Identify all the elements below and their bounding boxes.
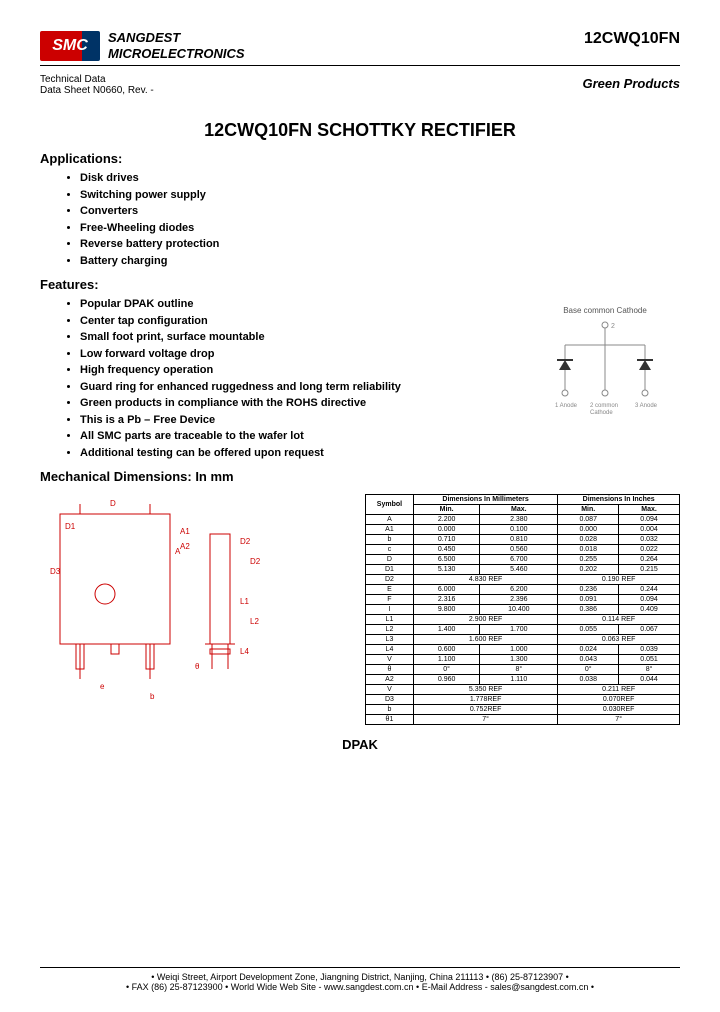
page-header: SMC SANGDEST MICROELECTRONICS 12CWQ10FN (40, 30, 680, 61)
svg-text:1 Anode: 1 Anode (555, 403, 578, 409)
company-line2: MICROELECTRONICS (108, 46, 245, 62)
th-in-min: Min. (558, 505, 619, 515)
svg-text:D: D (110, 499, 116, 508)
svg-text:L1: L1 (240, 597, 249, 606)
table-row: V5.350 REF0.211 REF (366, 685, 680, 695)
header-right: 12CWQ10FN (584, 30, 680, 48)
features-heading: Features: (40, 277, 680, 292)
circuit-diagram: Base common Cathode 2 1 Anode 2 common C… (530, 296, 680, 417)
company-name: SANGDEST MICROELECTRONICS (108, 30, 245, 61)
green-products: Green Products (582, 76, 680, 96)
dimensions-table: Symbol Dimensions In Millimeters Dimensi… (365, 494, 680, 725)
tech-line2: Data Sheet N0660, Rev. - (40, 85, 154, 96)
list-item: Converters (80, 203, 680, 220)
footer-separator (40, 967, 680, 968)
list-item: All SMC parts are traceable to the wafer… (80, 428, 510, 445)
mechanical-heading: Mechanical Dimensions: In mm (40, 469, 680, 484)
table-row: V1.1001.3000.0430.051 (366, 655, 680, 665)
list-item: Additional testing can be offered upon r… (80, 445, 510, 462)
footer-line1: • Weiqi Street, Airport Development Zone… (40, 972, 680, 982)
svg-text:Cathode: Cathode (590, 410, 613, 415)
svg-text:D3: D3 (50, 567, 61, 576)
header-separator (40, 65, 680, 66)
list-item: Reverse battery protection (80, 236, 680, 253)
table-row: θ0°8°0°8° (366, 665, 680, 675)
list-item: This is a Pb – Free Device (80, 412, 510, 429)
svg-text:L2: L2 (250, 617, 259, 626)
page-footer: • Weiqi Street, Airport Development Zone… (40, 967, 680, 992)
svg-text:b: b (150, 692, 155, 701)
table-row: L31.600 REF0.063 REF (366, 635, 680, 645)
document-title: 12CWQ10FN SCHOTTKY RECTIFIER (40, 120, 680, 141)
list-item: Low forward voltage drop (80, 346, 510, 363)
svg-text:L4: L4 (240, 647, 249, 656)
th-in: Dimensions In Inches (558, 495, 680, 505)
th-symbol: Symbol (366, 495, 414, 515)
dpak-outline-icon: D D1 A D3 e b D2 L1 L4 A1 A2 θ D2 L2 (40, 494, 320, 714)
list-item: Green products in compliance with the RO… (80, 395, 510, 412)
tech-data: Technical Data Data Sheet N0660, Rev. - (40, 74, 154, 96)
table-row: D15.1305.4600.2020.215 (366, 565, 680, 575)
circuit-top-label: Base common Cathode (530, 306, 680, 315)
table-row: c0.4500.5600.0180.022 (366, 545, 680, 555)
table-row: L40.6001.0000.0240.039 (366, 645, 680, 655)
terminal-top-num: 2 (611, 323, 615, 330)
smc-logo: SMC (40, 31, 100, 61)
schematic-icon: 2 1 Anode 2 common Cathode 3 Anode (535, 315, 675, 415)
features-list: Popular DPAK outlineCenter tap configura… (40, 296, 510, 461)
list-item: Free-Wheeling diodes (80, 220, 680, 237)
th-mm: Dimensions In Millimeters (413, 495, 557, 505)
applications-heading: Applications: (40, 151, 680, 166)
svg-text:θ: θ (195, 662, 200, 671)
dpak-label: DPAK (40, 737, 680, 752)
part-number: 12CWQ10FN (584, 30, 680, 48)
svg-text:A1: A1 (180, 527, 190, 536)
svg-text:2 common: 2 common (590, 403, 618, 409)
table-row: b0.7100.8100.0280.032 (366, 535, 680, 545)
th-in-max: Max. (619, 505, 680, 515)
tech-line1: Technical Data (40, 74, 154, 85)
table-row: A20.9601.1100.0380.044 (366, 675, 680, 685)
table-row: D6.5006.7000.2550.264 (366, 555, 680, 565)
list-item: Small foot print, surface mountable (80, 329, 510, 346)
package-drawing: D D1 A D3 e b D2 L1 L4 A1 A2 θ D2 L2 (40, 494, 355, 725)
table-row: A2.2002.3800.0870.094 (366, 515, 680, 525)
table-row: L12.900 REF0.114 REF (366, 615, 680, 625)
table-row: D31.778REF0.070REF (366, 695, 680, 705)
svg-text:e: e (100, 682, 105, 691)
list-item: Popular DPAK outline (80, 296, 510, 313)
list-item: High frequency operation (80, 362, 510, 379)
table-row: A10.0000.1000.0000.004 (366, 525, 680, 535)
table-row: θ17°7° (366, 715, 680, 725)
svg-text:A2: A2 (180, 542, 190, 551)
table-row: D24.830 REF0.190 REF (366, 575, 680, 585)
applications-list: Disk drivesSwitching power supplyConvert… (40, 170, 680, 269)
header-left: SMC SANGDEST MICROELECTRONICS (40, 30, 245, 61)
th-mm-min: Min. (413, 505, 479, 515)
svg-text:3 Anode: 3 Anode (635, 403, 658, 409)
list-item: Battery charging (80, 253, 680, 270)
table-row: I9.80010.4000.3860.409 (366, 605, 680, 615)
table-row: E6.0006.2000.2360.244 (366, 585, 680, 595)
th-mm-max: Max. (480, 505, 558, 515)
svg-text:D1: D1 (65, 522, 76, 531)
table-row: L21.4001.7000.0550.067 (366, 625, 680, 635)
footer-line2: • FAX (86) 25-87123900 • World Wide Web … (40, 982, 680, 992)
svg-text:D2: D2 (250, 557, 261, 566)
list-item: Center tap configuration (80, 313, 510, 330)
list-item: Switching power supply (80, 187, 680, 204)
svg-text:D2: D2 (240, 537, 251, 546)
table-row: b0.752REF0.030REF (366, 705, 680, 715)
table-row: F2.3162.3960.0910.094 (366, 595, 680, 605)
company-line1: SANGDEST (108, 30, 245, 46)
list-item: Disk drives (80, 170, 680, 187)
list-item: Guard ring for enhanced ruggedness and l… (80, 379, 510, 396)
